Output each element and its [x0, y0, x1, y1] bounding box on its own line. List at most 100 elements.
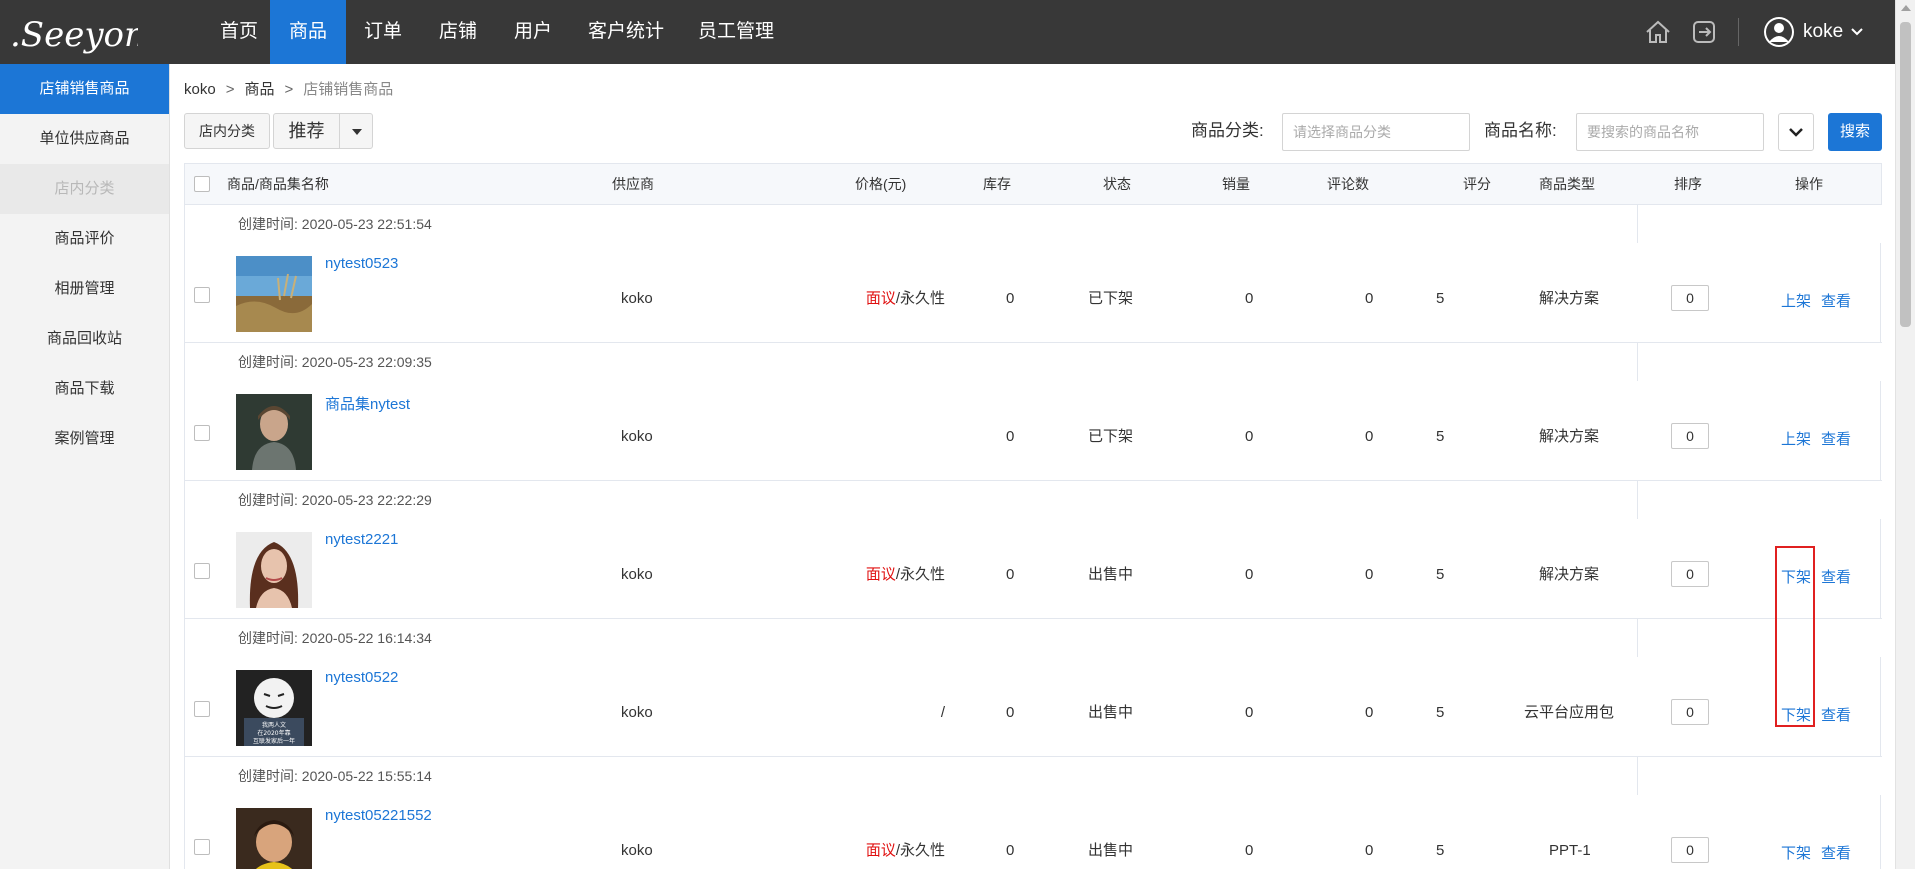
sort-order-input[interactable]: 0: [1671, 285, 1709, 311]
sidebar-item-store-categories[interactable]: 店内分类: [0, 164, 169, 214]
page-scrollbar[interactable]: [1895, 0, 1915, 869]
product-thumbnail-baby[interactable]: [236, 808, 312, 869]
product-name-link[interactable]: nytest05221552: [325, 807, 432, 824]
view-link[interactable]: 查看: [1821, 290, 1851, 311]
chevron-down-icon[interactable]: [1850, 26, 1864, 38]
product-thumbnail-child[interactable]: [236, 394, 312, 470]
column-header-sales: 销量: [1222, 176, 1250, 192]
sidebar-item-product-reviews[interactable]: 商品评价: [0, 214, 169, 264]
type-cell: 解决方案: [1539, 290, 1600, 307]
unpublish-link[interactable]: 下架: [1781, 566, 1811, 587]
sidebar-item-recycle-bin[interactable]: 商品回收站: [0, 314, 169, 364]
publish-link[interactable]: 上架: [1781, 290, 1811, 311]
logout-icon[interactable]: [1690, 18, 1718, 46]
home-icon[interactable]: [1644, 18, 1672, 46]
sort-order-input[interactable]: 0: [1671, 699, 1709, 725]
nav-users[interactable]: 用户: [496, 0, 570, 64]
nav-products[interactable]: 商品: [270, 0, 346, 64]
column-header-type: 商品类型: [1539, 176, 1595, 192]
sidebar-item-case-management[interactable]: 案例管理: [0, 414, 169, 464]
supplier-cell: koko: [621, 428, 653, 445]
row-checkbox[interactable]: [194, 839, 210, 855]
status-cell: 出售中: [1088, 566, 1134, 583]
table-row: 创建时间: 2020-05-22 15:55:14 nytest05221552…: [184, 757, 1882, 869]
table-row: 创建时间: 2020-05-23 22:51:54 nytest0523 kok…: [184, 205, 1882, 343]
product-thumbnail-meme[interactable]: 我两人文 在2020年靠 互联发家后一年: [236, 670, 312, 746]
price-cell: 面议/永久性: [745, 290, 945, 308]
sort-order-input[interactable]: 0: [1671, 423, 1709, 449]
row-checkbox[interactable]: [194, 425, 210, 441]
sidebar-item-store-products[interactable]: 店铺销售商品: [0, 64, 169, 114]
user-name[interactable]: koke: [1803, 0, 1843, 64]
product-name-link[interactable]: nytest2221: [325, 531, 398, 548]
row-created-header: 创建时间: 2020-05-23 22:22:29: [185, 481, 1638, 519]
unpublish-link[interactable]: 下架: [1781, 704, 1811, 725]
view-link[interactable]: 查看: [1821, 704, 1851, 725]
column-header-actions: 操作: [1795, 176, 1823, 192]
product-thumbnail-seaside[interactable]: [236, 256, 312, 332]
price-term: /永久性: [895, 842, 945, 859]
sidebar: 店铺销售商品 单位供应商品 店内分类 商品评价 相册管理 商品回收站 商品下载 …: [0, 64, 170, 869]
breadcrumb: koko > 商品 > 店铺销售商品: [184, 80, 393, 100]
recommend-dropdown-button[interactable]: 推荐: [273, 113, 373, 149]
product-thumbnail-woman[interactable]: [236, 532, 312, 608]
user-avatar-icon[interactable]: [1763, 16, 1795, 48]
chevron-down-icon[interactable]: [1779, 114, 1813, 150]
sidebar-item-albums[interactable]: 相册管理: [0, 264, 169, 314]
column-header-name: 商品/商品集名称: [227, 176, 329, 192]
reviews-cell: 0: [1365, 566, 1374, 583]
score-cell: 5: [1436, 842, 1445, 859]
nav-orders[interactable]: 订单: [346, 0, 420, 64]
seeyon-logo[interactable]: .Seeyon: [8, 10, 138, 56]
breadcrumb-separator-icon: >: [284, 81, 294, 98]
nav-staff[interactable]: 员工管理: [682, 0, 790, 64]
price-term: /永久性: [895, 566, 945, 583]
created-time: 创建时间: 2020-05-23 22:22:29: [238, 492, 432, 508]
publish-link[interactable]: 上架: [1781, 428, 1811, 449]
scroll-thumb[interactable]: [1900, 22, 1911, 327]
reviews-cell: 0: [1365, 842, 1374, 859]
product-name-link[interactable]: nytest0522: [325, 669, 398, 686]
row-checkbox[interactable]: [194, 701, 210, 717]
price-negotiable: 面议: [865, 566, 896, 583]
caret-down-icon[interactable]: [352, 129, 362, 135]
search-button[interactable]: 搜索: [1828, 113, 1882, 151]
store-category-button[interactable]: 店内分类: [184, 113, 270, 149]
sort-order-input[interactable]: 0: [1671, 837, 1709, 863]
product-name-search-input[interactable]: [1576, 113, 1764, 151]
sales-cell: 0: [1245, 566, 1254, 583]
select-all-checkbox[interactable]: [194, 176, 210, 192]
sidebar-item-supplier-products[interactable]: 单位供应商品: [0, 114, 169, 164]
created-time: 创建时间: 2020-05-22 16:14:34: [238, 630, 432, 646]
score-cell: 5: [1436, 428, 1445, 445]
nav-shops[interactable]: 店铺: [420, 0, 496, 64]
row-divider: [1880, 657, 1881, 756]
view-link[interactable]: 查看: [1821, 842, 1851, 863]
category-select-input[interactable]: [1282, 113, 1470, 151]
row-created-header: 创建时间: 2020-05-23 22:51:54: [185, 205, 1638, 243]
view-link[interactable]: 查看: [1821, 566, 1851, 587]
product-name-link[interactable]: nytest0523: [325, 255, 398, 272]
product-name-link[interactable]: 商品集nytest: [325, 393, 410, 414]
breadcrumb-item[interactable]: koko: [184, 80, 216, 100]
column-header-reviews: 评论数: [1327, 176, 1369, 192]
price-term: /永久性: [895, 290, 945, 307]
price-cell: 面议/永久性: [745, 566, 945, 584]
supplier-cell: koko: [621, 842, 653, 859]
sort-order-input[interactable]: 0: [1671, 561, 1709, 587]
scroll-up-arrow-icon[interactable]: [1901, 5, 1911, 11]
sidebar-item-product-download[interactable]: 商品下载: [0, 364, 169, 414]
row-checkbox[interactable]: [194, 287, 210, 303]
nav-customer-stats[interactable]: 客户统计: [570, 0, 682, 64]
unpublish-link[interactable]: 下架: [1781, 842, 1811, 863]
nav-home[interactable]: 首页: [208, 0, 270, 64]
row-divider: [1880, 519, 1881, 618]
row-checkbox[interactable]: [194, 563, 210, 579]
sales-cell: 0: [1245, 704, 1254, 721]
expand-filters-button[interactable]: [1778, 113, 1814, 151]
breadcrumb-item[interactable]: 商品: [244, 80, 274, 100]
recommend-button-label[interactable]: 推荐: [274, 114, 340, 148]
stock-cell: 0: [1006, 290, 1015, 307]
type-cell: 云平台应用包: [1524, 704, 1615, 721]
view-link[interactable]: 查看: [1821, 428, 1851, 449]
